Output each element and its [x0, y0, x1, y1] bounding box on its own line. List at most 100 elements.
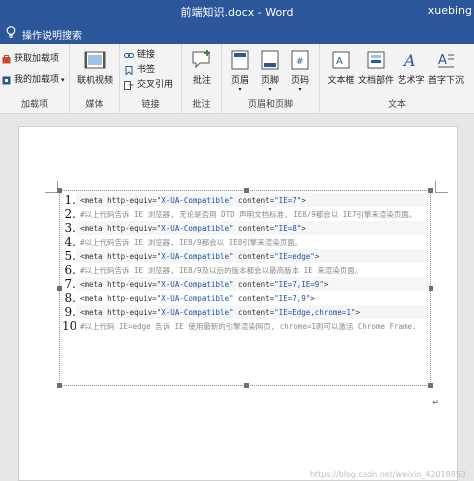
- code-attribute: content=: [233, 224, 275, 233]
- header-label: 页眉: [230, 76, 249, 86]
- code-string: "IE=edge": [274, 252, 315, 261]
- line-number: 1.: [64, 193, 76, 207]
- code-text: <meta http-equiv="X-UA-Compatible" conte…: [76, 193, 429, 207]
- comment-label: 批注: [192, 76, 211, 86]
- crop-mark: [435, 192, 448, 193]
- code-tag: >: [301, 224, 306, 233]
- tell-me-bar[interactable]: 操作说明搜索: [0, 22, 474, 44]
- group-label-header-footer: 页眉和页脚: [247, 100, 293, 110]
- ribbon: 获取加载项 我的加载项 ▾ 加载项 联机视频 媒体 链接 书签 交叉引用 链接 …: [0, 44, 474, 114]
- quick-parts-button[interactable]: 文档部件: [358, 50, 394, 86]
- drop-cap-button[interactable]: A 首字下沉: [426, 50, 466, 86]
- quick-parts-label: 文档部件: [358, 76, 395, 86]
- code-line[interactable]: 1. <meta http-equiv="X-UA-Compatible" con…: [62, 193, 429, 207]
- text-box-label: 文本框: [327, 76, 355, 86]
- svg-text:A: A: [402, 51, 416, 70]
- document-area[interactable]: 1. <meta http-equiv="X-UA-Compatible" con…: [0, 114, 474, 481]
- code-text: <meta http-equiv="X-UA-Compatible" conte…: [76, 249, 429, 263]
- footer-icon: [261, 50, 279, 70]
- header-icon: [231, 50, 249, 70]
- code-line[interactable]: 8. <meta http-equiv="X-UA-Compatible" con…: [62, 291, 429, 305]
- document-page[interactable]: 1. <meta http-equiv="X-UA-Compatible" con…: [18, 126, 458, 481]
- svg-text:#: #: [296, 57, 304, 67]
- line-number: 3.: [64, 221, 76, 235]
- code-comment: #以上代码 IE=edge 告诉 IE 使用最新的引擎渲染网页, chrome=…: [80, 322, 417, 331]
- line-number: 4.: [64, 235, 76, 249]
- new-comment-button[interactable]: 批注: [186, 50, 218, 86]
- resize-handle[interactable]: [57, 383, 62, 388]
- code-line[interactable]: 6. #以上代码告诉 IE 浏览器, IE8/9及以后的版本都会以最高版本 IE …: [62, 263, 429, 277]
- link-label: 链接: [137, 50, 156, 60]
- code-line[interactable]: 9. <meta http-equiv="X-UA-Compatible" con…: [62, 305, 429, 319]
- code-string: "X-UA-Compatible": [156, 280, 234, 289]
- code-text: <meta http-equiv="X-UA-Compatible" conte…: [76, 291, 429, 305]
- line-number: 9.: [64, 305, 76, 319]
- resize-handle[interactable]: [244, 383, 249, 388]
- code-comment: #以上代码告诉 IE 浏览器, 无论是否用 DTD 声明文档标准, IE8/9都…: [80, 210, 417, 219]
- page-number-button[interactable]: # 页码 ▾: [286, 50, 314, 93]
- resize-handle[interactable]: [428, 383, 433, 388]
- cross-reference-icon: [124, 81, 134, 90]
- wordart-icon: A: [402, 51, 416, 70]
- tell-me-label: 操作说明搜索: [22, 31, 82, 42]
- link-button[interactable]: 链接: [124, 49, 155, 62]
- paragraph-mark-icon: ↵: [432, 398, 439, 407]
- code-text: <meta http-equiv="X-UA-Compatible" conte…: [76, 305, 429, 319]
- group-comments: 批注 批注: [182, 44, 222, 114]
- bookmark-icon: [125, 66, 133, 75]
- cross-reference-label: 交叉引用: [137, 80, 174, 90]
- group-label-links: 链接: [141, 100, 160, 110]
- page-number-icon: #: [291, 50, 309, 70]
- watermark: https://blog.csdn.net/weixin_42018853: [309, 470, 466, 479]
- my-addins-button[interactable]: 我的加载项 ▾: [2, 74, 65, 87]
- code-tag: <meta http-equiv=: [80, 252, 157, 261]
- code-tag: >: [310, 294, 315, 303]
- addins-icon: [2, 76, 11, 85]
- group-addins: 获取加载项 我的加载项 ▾ 加载项: [0, 44, 70, 114]
- header-dropdown-icon: ▾: [238, 86, 242, 93]
- code-string: "X-UA-Compatible": [156, 224, 234, 233]
- code-line[interactable]: 4. #以上代码告诉 IE 浏览器, IE8/9都会以 IE8引擎来渲染页面。: [62, 235, 429, 249]
- code-attribute: content=: [233, 308, 275, 317]
- line-number: 8.: [64, 291, 76, 305]
- lightbulb-icon: [6, 26, 16, 38]
- cross-reference-button[interactable]: 交叉引用: [124, 79, 173, 92]
- code-tag: <meta http-equiv=: [80, 308, 157, 317]
- code-line[interactable]: 2. #以上代码告诉 IE 浏览器, 无论是否用 DTD 声明文档标准, IE8/…: [62, 207, 429, 221]
- comment-icon: [192, 50, 210, 69]
- get-addins-label: 获取加载项: [14, 54, 60, 64]
- group-links: 链接 书签 交叉引用 链接: [120, 44, 182, 114]
- text-box-button[interactable]: A 文本框: [326, 50, 356, 86]
- footer-dropdown-icon: ▾: [268, 86, 272, 93]
- code-string: "IE=7,9": [274, 294, 311, 303]
- code-block[interactable]: 1. <meta http-equiv="X-UA-Compatible" con…: [62, 193, 429, 333]
- wordart-label: 艺术字: [397, 76, 425, 86]
- code-text: #以上代码 IE=edge 告诉 IE 使用最新的引擎渲染网页, chrome=…: [76, 319, 429, 333]
- code-line[interactable]: 3. <meta http-equiv="X-UA-Compatible" con…: [62, 221, 429, 235]
- group-text: A 文本框 文档部件 A 艺术字 A 首字下沉 文本: [320, 44, 474, 114]
- footer-button[interactable]: 页脚 ▾: [256, 50, 284, 93]
- code-text: <meta http-equiv="X-UA-Compatible" conte…: [76, 277, 429, 291]
- store-icon: [2, 55, 11, 64]
- code-comment: #以上代码告诉 IE 浏览器, IE8/9及以后的版本都会以最高版本 IE 来渲…: [80, 266, 363, 275]
- my-addins-label: 我的加载项: [14, 75, 60, 85]
- code-line[interactable]: 5. <meta http-equiv="X-UA-Compatible" con…: [62, 249, 429, 263]
- code-line[interactable]: 7. <meta http-equiv="X-UA-Compatible" con…: [62, 277, 429, 291]
- wordart-button[interactable]: A 艺术字: [396, 50, 426, 86]
- drop-cap-icon: A: [438, 53, 454, 68]
- bookmark-label: 书签: [137, 65, 156, 75]
- header-button[interactable]: 页眉 ▾: [226, 50, 254, 93]
- code-string: "X-UA-Compatible": [156, 294, 234, 303]
- online-video-button[interactable]: 联机视频: [76, 50, 114, 86]
- code-string: "X-UA-Compatible": [156, 196, 234, 205]
- line-number: 5.: [64, 249, 76, 263]
- code-tag: <meta http-equiv=: [80, 196, 157, 205]
- svg-text:A: A: [336, 56, 343, 67]
- code-attribute: content=: [233, 196, 275, 205]
- get-addins-button[interactable]: 获取加载项: [2, 53, 59, 66]
- bookmark-button[interactable]: 书签: [124, 64, 155, 77]
- online-video-label: 联机视频: [76, 76, 113, 86]
- user-name[interactable]: xuebing: [428, 4, 472, 17]
- svg-text:A: A: [438, 53, 447, 68]
- code-line[interactable]: 10. #以上代码 IE=edge 告诉 IE 使用最新的引擎渲染网页, chro…: [62, 319, 429, 333]
